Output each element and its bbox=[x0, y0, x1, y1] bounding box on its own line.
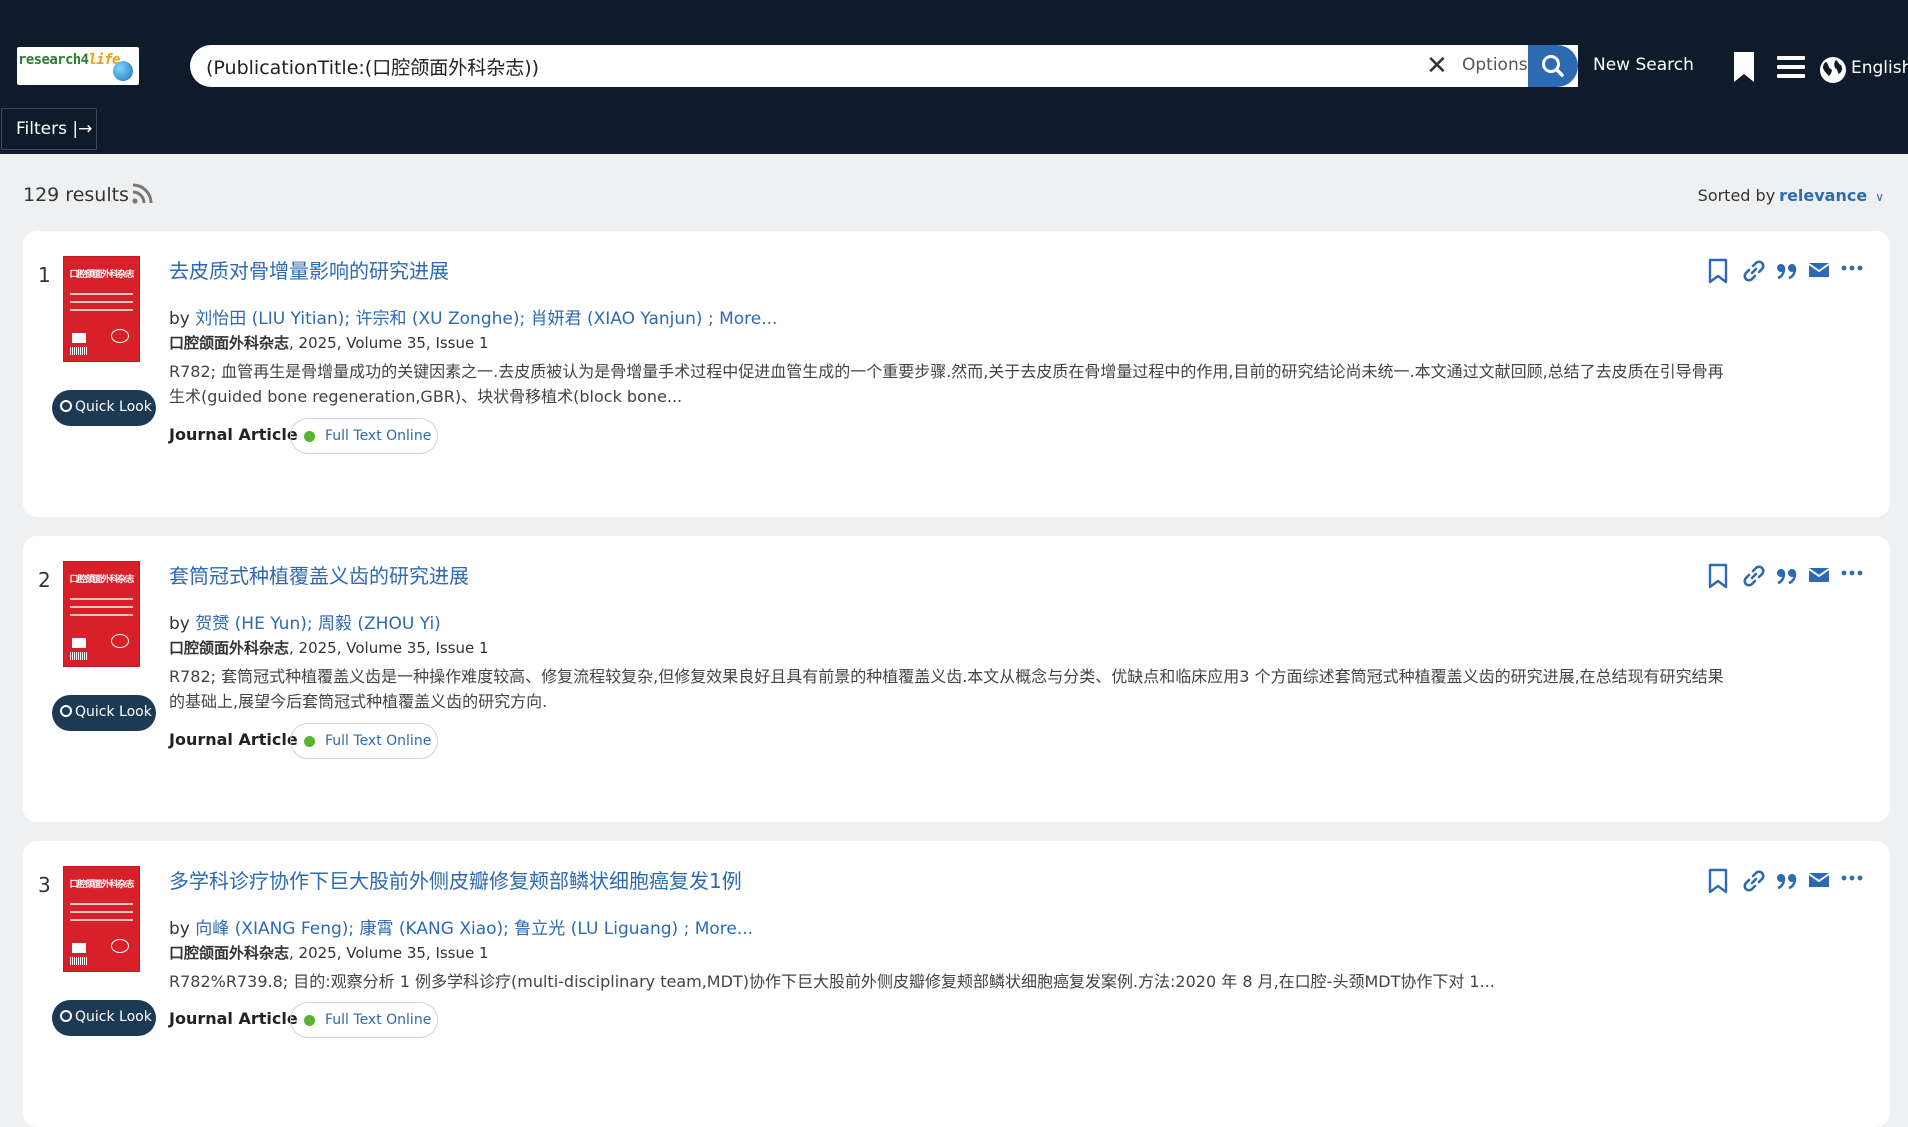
journal-cover-image[interactable]: 口腔颌面外科杂志 bbox=[63, 561, 140, 667]
chevron-down-icon: ∨ bbox=[1875, 190, 1884, 204]
publication-info: 口腔颌面外科杂志, 2025, Volume 35, Issue 1 bbox=[169, 639, 489, 657]
full-text-online-button[interactable]: Full Text Online bbox=[290, 723, 438, 759]
email-icon[interactable] bbox=[1808, 871, 1830, 889]
abstract-snippet: R782; 血管再生是骨增量成功的关键因素之一.去皮质被认为是骨增量手术过程中促… bbox=[169, 362, 1724, 406]
available-dot-icon bbox=[304, 736, 315, 747]
magnifier-icon bbox=[60, 705, 72, 717]
authors-line: by 刘怡田 (LIU Yitian); 许宗和 (XU Zonghe); 肖妍… bbox=[169, 309, 778, 329]
logo-text: research4life bbox=[18, 52, 120, 68]
language-label[interactable]: English bbox=[1851, 58, 1908, 78]
result-actions bbox=[1707, 258, 1877, 284]
logo-globe-icon bbox=[113, 61, 133, 81]
research4life-logo[interactable]: research4life bbox=[17, 47, 139, 85]
search-bar: ✕ Options bbox=[190, 45, 1578, 87]
result-item: 1 口腔颌面外科杂志 Quick Look 去皮质对骨增量影响的研究进展 by … bbox=[23, 231, 1890, 517]
language-globe-icon[interactable] bbox=[1819, 56, 1847, 84]
authors-line: by 贺赟 (HE Yun); 周毅 (ZHOU Yi) bbox=[169, 614, 441, 634]
sort-value[interactable]: relevance bbox=[1779, 186, 1867, 205]
full-text-online-button[interactable]: Full Text Online bbox=[290, 418, 438, 454]
top-header: research4life ✕ Options New Search Engli… bbox=[0, 0, 1908, 154]
result-actions bbox=[1707, 563, 1877, 589]
result-number: 1 bbox=[38, 263, 51, 287]
results-count: 129 results bbox=[23, 184, 129, 206]
journal-cover-image[interactable]: 口腔颌面外科杂志 bbox=[63, 866, 140, 972]
authors-line: by 向峰 (XIANG Feng); 康霄 (KANG Xiao); 鲁立光 … bbox=[169, 919, 754, 939]
content-type-label: Journal Article bbox=[169, 730, 298, 749]
email-icon[interactable] bbox=[1808, 566, 1830, 584]
new-search-link[interactable]: New Search bbox=[1593, 55, 1694, 75]
magnifier-icon bbox=[60, 1010, 72, 1022]
more-options-icon[interactable] bbox=[1841, 264, 1863, 272]
authors-link[interactable]: 刘怡田 (LIU Yitian); 许宗和 (XU Zonghe); 肖妍君 (… bbox=[195, 309, 777, 329]
available-dot-icon bbox=[304, 1015, 315, 1026]
journal-name: 口腔颌面外科杂志 bbox=[169, 944, 290, 962]
result-item: 3 口腔颌面外科杂志 Quick Look 多学科诊疗协作下巨大股前外侧皮瓣修复… bbox=[23, 841, 1890, 1127]
authors-link[interactable]: 向峰 (XIANG Feng); 康霄 (KANG Xiao); 鲁立光 (LU… bbox=[195, 919, 753, 939]
bookmark-icon[interactable] bbox=[1707, 258, 1729, 284]
cite-quote-icon[interactable] bbox=[1775, 258, 1799, 284]
permalink-icon[interactable] bbox=[1741, 563, 1767, 589]
search-options-button[interactable]: Options bbox=[1462, 55, 1528, 75]
authors-link[interactable]: 贺赟 (HE Yun); 周毅 (ZHOU Yi) bbox=[195, 614, 441, 634]
publication-info: 口腔颌面外科杂志, 2025, Volume 35, Issue 1 bbox=[169, 944, 489, 962]
permalink-icon[interactable] bbox=[1741, 868, 1767, 894]
content-type-label: Journal Article bbox=[169, 425, 298, 444]
cite-quote-icon[interactable] bbox=[1775, 868, 1799, 894]
result-number: 2 bbox=[38, 568, 51, 592]
result-title-link[interactable]: 去皮质对骨增量影响的研究进展 bbox=[169, 255, 449, 284]
permalink-icon[interactable] bbox=[1741, 258, 1767, 284]
publication-info: 口腔颌面外科杂志, 2025, Volume 35, Issue 1 bbox=[169, 334, 489, 352]
search-button[interactable] bbox=[1528, 45, 1578, 87]
result-number: 3 bbox=[38, 873, 51, 897]
sorted-by-label: Sorted by bbox=[1697, 186, 1776, 205]
full-text-online-button[interactable]: Full Text Online bbox=[290, 1002, 438, 1038]
more-options-icon[interactable] bbox=[1841, 874, 1863, 882]
result-actions bbox=[1707, 868, 1877, 894]
result-title-link[interactable]: 套筒冠式种植覆盖义齿的研究进展 bbox=[169, 560, 469, 589]
journal-cover-image[interactable]: 口腔颌面外科杂志 bbox=[63, 256, 140, 362]
rss-feed-icon[interactable] bbox=[131, 183, 153, 205]
more-options-icon[interactable] bbox=[1841, 569, 1863, 577]
result-title-link[interactable]: 多学科诊疗协作下巨大股前外侧皮瓣修复颊部鳞状细胞癌复发1例 bbox=[169, 865, 742, 894]
bookmark-icon[interactable] bbox=[1707, 563, 1729, 589]
filters-button[interactable]: Filters |→ bbox=[1, 108, 97, 150]
abstract-snippet: R782; 套筒冠式种植覆盖义齿是一种操作难度较高、修复流程较复杂,但修复效果良… bbox=[169, 667, 1724, 711]
cite-quote-icon[interactable] bbox=[1775, 563, 1799, 589]
result-item: 2 口腔颌面外科杂志 Quick Look 套筒冠式种植覆盖义齿的研究进展 by… bbox=[23, 536, 1890, 822]
clear-search-icon[interactable]: ✕ bbox=[1426, 52, 1448, 80]
email-icon[interactable] bbox=[1808, 261, 1830, 279]
menu-hamburger-icon[interactable] bbox=[1777, 56, 1805, 78]
journal-name: 口腔颌面外科杂志 bbox=[169, 334, 290, 352]
quick-look-button[interactable]: Quick Look bbox=[52, 390, 156, 426]
journal-name: 口腔颌面外科杂志 bbox=[169, 639, 290, 657]
sort-selector[interactable]: Sorted by relevance ∨ bbox=[1698, 186, 1884, 205]
quick-look-button[interactable]: Quick Look bbox=[52, 1000, 156, 1036]
search-input[interactable] bbox=[206, 45, 1386, 87]
magnifier-icon bbox=[60, 400, 72, 412]
saved-items-bookmark-icon[interactable] bbox=[1733, 51, 1755, 83]
abstract-snippet: R782%R739.8; 目的:观察分析 1 例多学科诊疗(multi-disc… bbox=[169, 972, 1495, 991]
quick-look-button[interactable]: Quick Look bbox=[52, 695, 156, 731]
available-dot-icon bbox=[304, 431, 315, 442]
bookmark-icon[interactable] bbox=[1707, 868, 1729, 894]
content-type-label: Journal Article bbox=[169, 1009, 298, 1028]
search-icon bbox=[1542, 55, 1564, 77]
